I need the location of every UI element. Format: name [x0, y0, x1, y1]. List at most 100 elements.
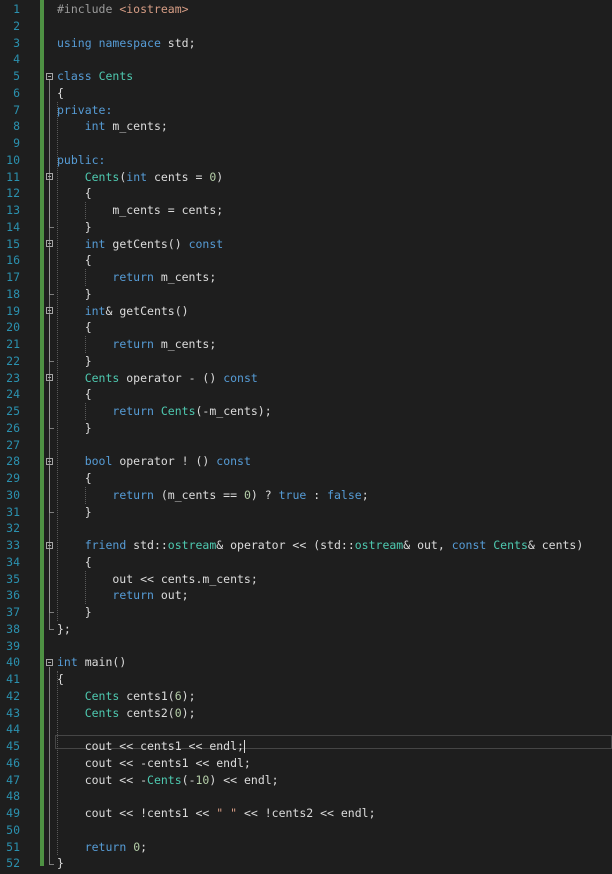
code-token: cout << cents1 << endl; [57, 739, 244, 753]
code-line[interactable]: 45 cout << cents1 << endl; [0, 738, 612, 755]
outline-end [49, 294, 54, 296]
code-token: int [126, 169, 148, 184]
code-line[interactable]: 20 { [0, 319, 612, 336]
code-token: operator - () [119, 370, 224, 385]
code-line[interactable]: 6{ [0, 85, 612, 102]
outline-end [49, 511, 54, 513]
line-code: } [57, 286, 92, 303]
code-line[interactable]: 19 int& getCents() [0, 303, 612, 320]
code-line[interactable]: 14 } [0, 219, 612, 236]
code-line[interactable]: 18 } [0, 286, 612, 303]
code-line[interactable]: 39 [0, 638, 612, 655]
collapse-toggle-icon[interactable] [46, 541, 53, 549]
code-line[interactable]: 9 [0, 135, 612, 152]
line-number: 39 [6, 638, 20, 653]
code-line[interactable]: 35 out << cents.m_cents; [0, 571, 612, 588]
code-line[interactable]: 16 { [0, 252, 612, 269]
code-line[interactable]: 46 cout << -cents1 << endl; [0, 755, 612, 772]
code-line[interactable]: 17 return m_cents; [0, 269, 612, 286]
code-line[interactable]: 28 bool operator ! () const [0, 453, 612, 470]
code-line[interactable]: 49 cout << !cents1 << " " << !cents2 << … [0, 805, 612, 822]
line-number: 35 [6, 571, 20, 586]
line-number: 26 [6, 420, 20, 435]
code-line[interactable]: 30 return (m_cents == 0) ? true : false; [0, 487, 612, 504]
code-line[interactable]: 3 using namespace std; [0, 35, 612, 52]
code-line[interactable]: 10 public: [0, 152, 612, 169]
code-token: const [216, 454, 251, 469]
collapse-toggle-icon[interactable] [46, 72, 53, 80]
code-line[interactable]: 21 return m_cents; [0, 336, 612, 353]
code-line[interactable]: 29 { [0, 470, 612, 487]
code-line[interactable]: 5 class Cents [0, 68, 612, 85]
collapse-toggle-icon[interactable] [46, 307, 53, 315]
collapse-toggle-icon[interactable] [46, 458, 53, 466]
code-line[interactable]: 40 int main() [0, 654, 612, 671]
line-code: { [57, 252, 92, 269]
code-line[interactable]: 31 } [0, 504, 612, 521]
code-line[interactable]: 34 { [0, 554, 612, 571]
code-line[interactable]: 24 { [0, 386, 612, 403]
code-line[interactable]: 50 [0, 822, 612, 839]
collapse-toggle-icon[interactable] [46, 173, 53, 181]
code-line[interactable]: 51 return 0; [0, 839, 612, 856]
code-line[interactable]: 41 { [0, 671, 612, 688]
line-number: 5 [13, 69, 20, 83]
code-token: operator ! () [112, 454, 217, 469]
line-code: int m_cents; [57, 118, 168, 135]
line-code: class Cents [57, 68, 133, 85]
code-line[interactable]: 26 } [0, 420, 612, 437]
code-line[interactable]: 11 Cents(int cents = 0) [0, 169, 612, 186]
code-token: const [188, 236, 224, 251]
line-number: 16 [6, 253, 20, 268]
line-code: } [57, 504, 92, 521]
indent-guide [85, 269, 86, 286]
code-line[interactable]: 8 int m_cents; [0, 118, 612, 135]
code-line[interactable]: 47 cout << -Cents(-10) << endl; [0, 772, 612, 789]
code-line[interactable]: 23 Cents operator - () const [0, 370, 612, 387]
code-line[interactable]: 22 } [0, 353, 612, 370]
code-line[interactable]: 43 Cents cents2(0); [0, 705, 612, 722]
code-line[interactable]: 33 friend std::ostream& operator << (std… [0, 537, 612, 554]
line-number: 24 [6, 387, 20, 402]
collapse-toggle-icon[interactable] [46, 659, 53, 667]
code-line[interactable]: 25 return Cents(-m_cents); [0, 403, 612, 420]
code-token: " " [216, 806, 238, 820]
code-line[interactable]: 1 #include <iostream> [0, 1, 612, 18]
line-code: return 0; [57, 839, 147, 856]
code-token: return [84, 839, 127, 854]
outline-end [49, 629, 54, 631]
code-line[interactable]: 13 m_cents = cents; [0, 202, 612, 219]
code-line[interactable]: 37 } [0, 604, 612, 621]
code-line[interactable]: 12 { [0, 185, 612, 202]
code-editor[interactable]: 1 #include <iostream> 2 3 using namespace st… [0, 0, 612, 874]
code-line[interactable]: 44 [0, 721, 612, 738]
code-line[interactable]: 27 [0, 437, 612, 454]
code-token: out << cents.m_cents; [57, 571, 258, 586]
code-token: { [57, 320, 92, 335]
outline-end [49, 227, 54, 229]
line-number: 13 [6, 203, 20, 217]
code-line[interactable]: 4 [0, 51, 612, 68]
code-token: std:: [126, 538, 168, 552]
line-code: return m_cents; [57, 269, 216, 286]
code-line[interactable]: 2 [0, 18, 612, 35]
code-line[interactable]: 48 [0, 788, 612, 805]
indent-guide [57, 671, 58, 856]
code-line[interactable]: 36 return out; [0, 587, 612, 604]
line-code: public: [57, 152, 105, 169]
line-code: cout << -cents1 << endl; [57, 755, 251, 772]
collapse-toggle-icon[interactable] [46, 240, 53, 248]
line-code: { [57, 554, 92, 571]
collapse-toggle-icon[interactable] [46, 374, 53, 382]
code-token: { [57, 672, 64, 686]
code-line[interactable]: 15 int getCents() const [0, 236, 612, 253]
code-line[interactable]: 7 private: [0, 102, 612, 119]
code-line[interactable]: 32 [0, 520, 612, 537]
code-line[interactable]: 52} [0, 855, 612, 872]
code-token: { [57, 253, 92, 268]
code-line[interactable]: 42 Cents cents1(6); [0, 688, 612, 705]
line-number: 43 [6, 705, 20, 720]
code-line[interactable]: 38}; [0, 621, 612, 638]
